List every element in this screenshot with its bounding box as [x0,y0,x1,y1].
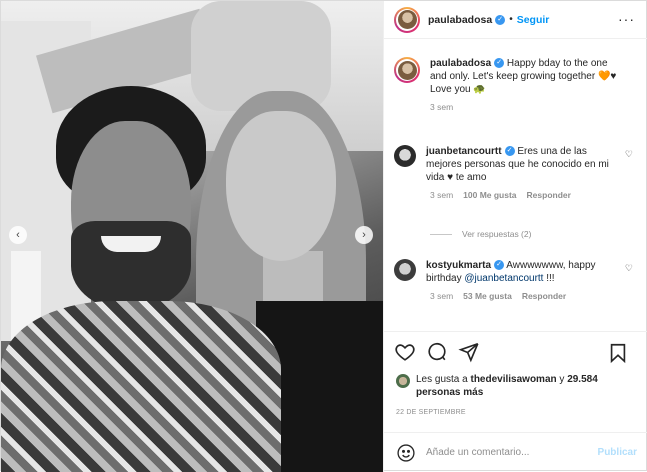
post-header: paulabadosa ✓ • Seguir ··· [384,1,647,39]
like-comment-heart-icon[interactable]: ♡ [625,263,633,274]
comment-text-block: kostyukmarta ✓ Awwwwwww, happy birthday @… [426,259,621,285]
verified-badge-icon: ✓ [494,58,505,69]
publish-button[interactable]: Publicar [598,447,637,458]
verified-badge-icon: ✓ [495,14,506,25]
replies-divider-line [430,233,452,235]
next-photo-button[interactable]: › [355,226,373,244]
view-replies-button[interactable]: Ver respuestas (2) [430,229,531,239]
verified-badge-icon: ✓ [494,260,505,271]
chevron-left-icon: ‹ [16,229,20,241]
liker-username[interactable]: thedevilisawoman [470,374,556,385]
photo-man-beard [71,221,191,311]
comment-username[interactable]: kostyukmarta [426,260,491,271]
commenter-avatar[interactable] [394,145,416,167]
likes-summary: Les gusta a thedevilisawoman y 29.584 pe… [396,373,641,399]
caption-avatar[interactable] [394,57,420,83]
post-sidebar: paulabadosa ✓ • Seguir ··· paulabadosa ✓ … [383,1,647,472]
caption: paulabadosa ✓ Happy bday to the one and o… [394,57,639,112]
view-replies-label: Ver respuestas (2) [462,229,532,239]
emoji-icon[interactable] [396,443,416,463]
comment-input[interactable] [426,447,596,458]
comment-mention-link[interactable]: @juanbetancourtt [464,273,543,284]
comment-likes-count[interactable]: 53 Me gusta [463,291,512,301]
caption-meta: 3 sem [430,102,639,112]
follow-button[interactable]: Seguir [517,14,550,26]
reply-button[interactable]: Responder [527,190,571,200]
photo-man-smile [101,236,161,252]
verified-badge-icon: ✓ [504,146,515,157]
chevron-right-icon: › [362,229,366,241]
post-date[interactable]: 22 DE SEPTIEMBRE [396,409,466,416]
reply-button[interactable]: Responder [522,291,566,301]
comment-time[interactable]: 3 sem [430,291,453,301]
comment-meta: 3 sem 53 Me gusta Responder [430,291,639,301]
likes-text: Les gusta a thedevilisawoman y 29.584 pe… [416,373,641,399]
comment-time[interactable]: 3 sem [430,190,453,200]
author-username[interactable]: paulabadosa [428,14,492,26]
like-comment-heart-icon[interactable]: ♡ [625,149,633,160]
commenter-avatar[interactable] [394,259,416,281]
post-actions [384,331,647,371]
comment-item: juanbetancourtt ✓ Eres una de las mejores… [394,145,639,200]
caption-time[interactable]: 3 sem [430,102,453,112]
photo-woman-face [226,111,336,261]
instagram-post: ‹ › paulabadosa ✓ • Seguir ··· paulabado… [0,0,647,472]
liker-avatar[interactable] [396,374,410,388]
caption-username[interactable]: paulabadosa [430,58,491,69]
bookmark-icon[interactable] [607,342,629,364]
comment-icon[interactable] [426,341,448,363]
comment-text-block: juanbetancourtt ✓ Eres una de las mejores… [426,145,621,184]
author-avatar[interactable] [394,6,420,33]
caption-text-block: paulabadosa ✓ Happy bday to the one and o… [430,57,625,96]
share-icon[interactable] [458,341,480,363]
comment-item: kostyukmarta ✓ Awwwwwww, happy birthday @… [394,259,639,301]
more-options-icon[interactable]: ··· [618,11,635,27]
comments-list[interactable]: paulabadosa ✓ Happy bday to the one and o… [384,41,647,329]
add-comment-bar: Publicar [384,432,647,472]
separator-dot: • [509,14,513,25]
likes-prefix: Les gusta a [416,374,471,385]
previous-photo-button[interactable]: ‹ [9,226,27,244]
comment-meta: 3 sem 100 Me gusta Responder [430,190,639,200]
photo-man-shirt [1,301,281,472]
comment-text-end: !!! [543,273,555,284]
likes-middle: y [556,374,568,385]
comment-likes-count[interactable]: 100 Me gusta [463,190,516,200]
comment-username[interactable]: juanbetancourtt [426,146,502,157]
post-photo[interactable]: ‹ › [1,1,383,472]
heart-icon[interactable] [394,341,416,363]
